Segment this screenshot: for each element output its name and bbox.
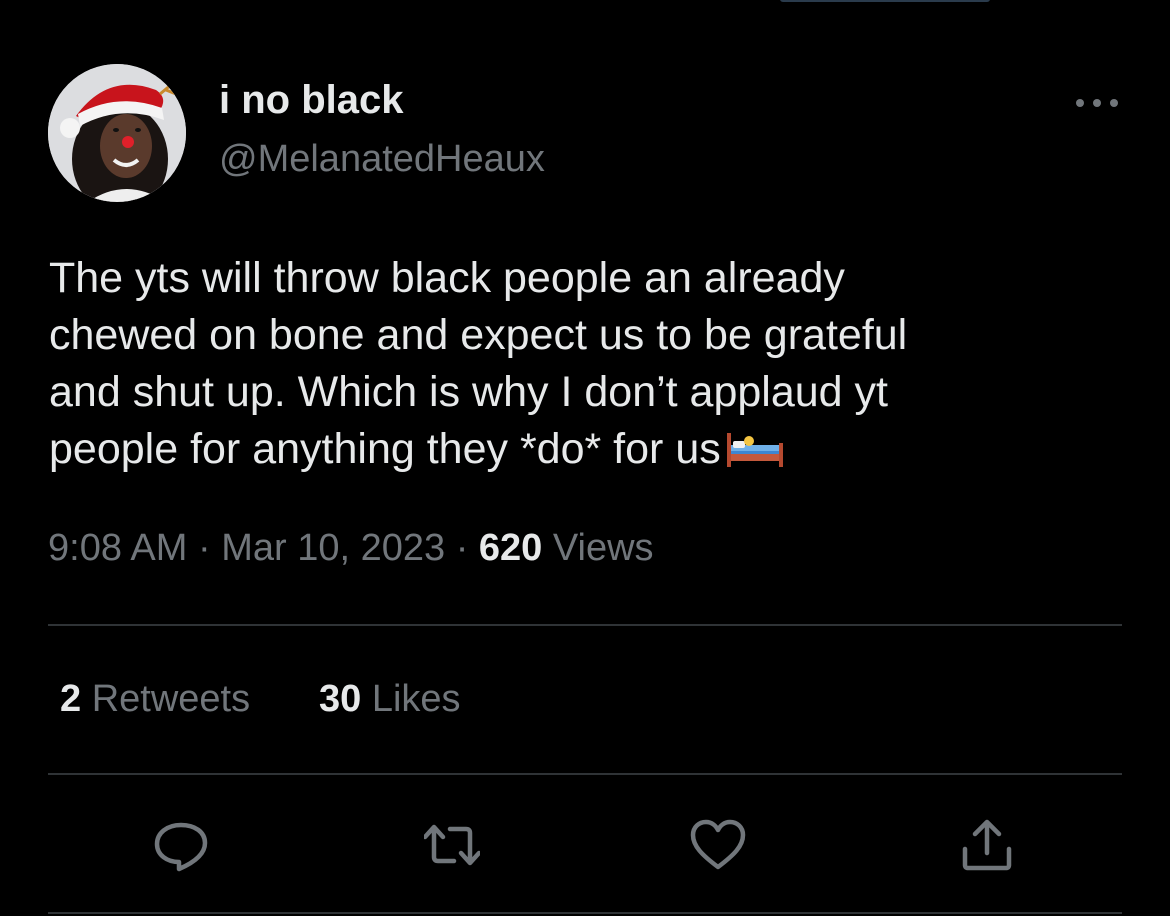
tweet-time[interactable]: 9:08 AM bbox=[48, 527, 187, 569]
bed-emoji-icon bbox=[725, 427, 785, 467]
divider bbox=[48, 624, 1122, 626]
like-button[interactable] bbox=[690, 817, 746, 873]
views-count[interactable]: 620 bbox=[479, 527, 542, 569]
drag-handle[interactable] bbox=[780, 0, 990, 2]
reply-icon bbox=[154, 822, 208, 872]
tweet-text: The yts will throw black people an alrea… bbox=[49, 250, 1129, 478]
retweet-button[interactable] bbox=[422, 817, 482, 873]
retweets-count: 2 bbox=[60, 678, 82, 720]
tweet-date[interactable]: Mar 10, 2023 bbox=[221, 527, 445, 569]
meta-separator: · bbox=[197, 527, 211, 569]
reply-button[interactable] bbox=[153, 817, 209, 873]
avatar-image bbox=[48, 64, 186, 202]
tweet-detail-page: i no black @MelanatedHeaux The yts will … bbox=[0, 0, 1170, 916]
likes-label: Likes bbox=[371, 678, 461, 720]
divider bbox=[48, 912, 1122, 914]
user-handle[interactable]: @MelanatedHeaux bbox=[219, 138, 545, 181]
retweets-stat[interactable]: 2 Retweets bbox=[60, 678, 250, 721]
display-name[interactable]: i no black bbox=[219, 78, 404, 123]
retweets-label: Retweets bbox=[91, 678, 251, 720]
share-button[interactable] bbox=[959, 817, 1015, 873]
avatar[interactable] bbox=[48, 64, 186, 202]
share-icon bbox=[962, 819, 1012, 871]
divider bbox=[48, 773, 1122, 775]
likes-stat[interactable]: 30 Likes bbox=[319, 678, 461, 721]
more-options-button[interactable] bbox=[1072, 86, 1122, 120]
more-dots-icon bbox=[1076, 99, 1118, 107]
meta-separator: · bbox=[455, 527, 469, 569]
heart-icon bbox=[690, 819, 746, 870]
views-label[interactable]: Views bbox=[553, 527, 654, 569]
retweet-icon bbox=[422, 824, 482, 866]
tweet-meta: 9:08 AM · Mar 10, 2023 · 620 Views bbox=[48, 527, 654, 570]
likes-count: 30 bbox=[319, 678, 362, 720]
